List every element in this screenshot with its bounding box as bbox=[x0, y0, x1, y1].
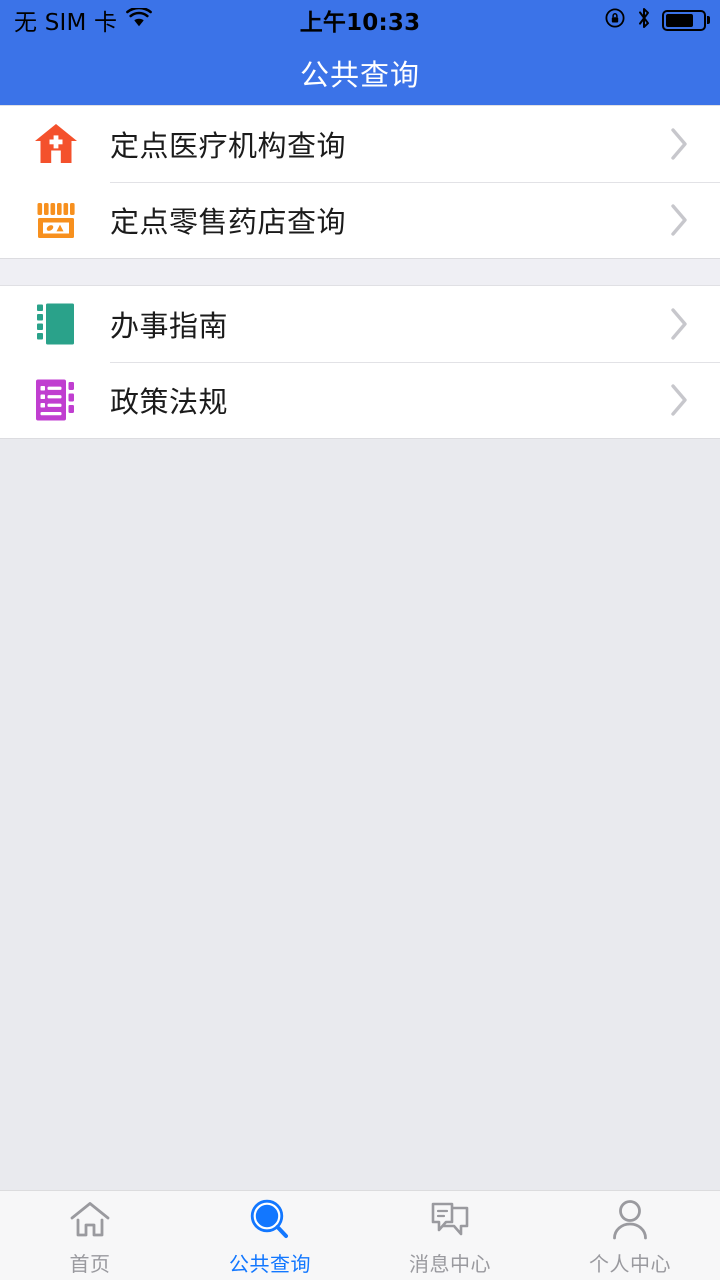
nav-bar: 公共查询 bbox=[0, 40, 720, 105]
tab-bar: 首页 公共查询 消息中心 个人中心 bbox=[0, 1190, 720, 1280]
chevron-right-icon bbox=[668, 305, 690, 343]
list-item-hospital-query[interactable]: 定点医疗机构查询 bbox=[0, 106, 720, 182]
list-item-guide[interactable]: 办事指南 bbox=[0, 286, 720, 362]
hospital-icon bbox=[32, 120, 80, 168]
wifi-icon bbox=[126, 6, 153, 33]
chevron-right-icon bbox=[668, 201, 690, 239]
page-title: 公共查询 bbox=[299, 57, 420, 92]
chevron-right-icon bbox=[668, 381, 690, 419]
list-item-pharmacy-query[interactable]: 定点零售药店查询 bbox=[0, 182, 720, 258]
battery-icon bbox=[662, 9, 706, 31]
list-item-label: 定点零售药店查询 bbox=[110, 205, 347, 239]
tab-message-center[interactable]: 消息中心 bbox=[360, 1191, 540, 1280]
tab-public-query[interactable]: 公共查询 bbox=[180, 1191, 360, 1280]
group-separator bbox=[0, 259, 720, 285]
tab-label: 消息中心 bbox=[409, 1251, 491, 1276]
list-group-information: 办事指南 政策法规 bbox=[0, 285, 720, 439]
list-item-label: 定点医疗机构查询 bbox=[110, 129, 347, 163]
status-bar-right bbox=[604, 6, 706, 34]
clock-label: 上午10:33 bbox=[299, 10, 421, 36]
list-item-label: 政策法规 bbox=[110, 385, 229, 419]
home-icon bbox=[69, 1199, 111, 1241]
tab-home[interactable]: 首页 bbox=[0, 1191, 180, 1280]
bluetooth-icon bbox=[636, 6, 652, 34]
list-group-services: 定点医疗机构查询 定点零售药店查询 bbox=[0, 105, 720, 259]
status-bar-left: 无 SIM 卡 bbox=[14, 3, 153, 37]
rotation-lock-icon bbox=[604, 7, 626, 33]
search-icon bbox=[249, 1199, 291, 1241]
list-item-policy[interactable]: 政策法规 bbox=[0, 362, 720, 438]
status-bar: 无 SIM 卡 上午10:33 bbox=[0, 0, 720, 40]
chevron-right-icon bbox=[668, 125, 690, 163]
tab-label: 公共查询 bbox=[229, 1251, 311, 1276]
list-item-label: 办事指南 bbox=[110, 309, 229, 343]
tab-personal-center[interactable]: 个人中心 bbox=[540, 1191, 720, 1280]
policy-book-icon bbox=[32, 376, 80, 424]
content-area: 定点医疗机构查询 定点零售药店查询 办事指南 政策法规 bbox=[0, 105, 720, 1190]
guide-book-icon bbox=[32, 300, 80, 348]
tab-label: 首页 bbox=[69, 1251, 111, 1276]
pharmacy-icon bbox=[32, 196, 80, 244]
carrier-label: 无 SIM 卡 bbox=[14, 10, 118, 36]
app-root: 无 SIM 卡 上午10:33 公共查询 定点医疗机构查询 定点零售药店查询 办… bbox=[0, 0, 720, 1280]
battery-fill bbox=[666, 13, 694, 27]
tab-label: 个人中心 bbox=[589, 1251, 671, 1276]
chat-icon bbox=[428, 1199, 472, 1241]
person-icon bbox=[610, 1199, 650, 1241]
